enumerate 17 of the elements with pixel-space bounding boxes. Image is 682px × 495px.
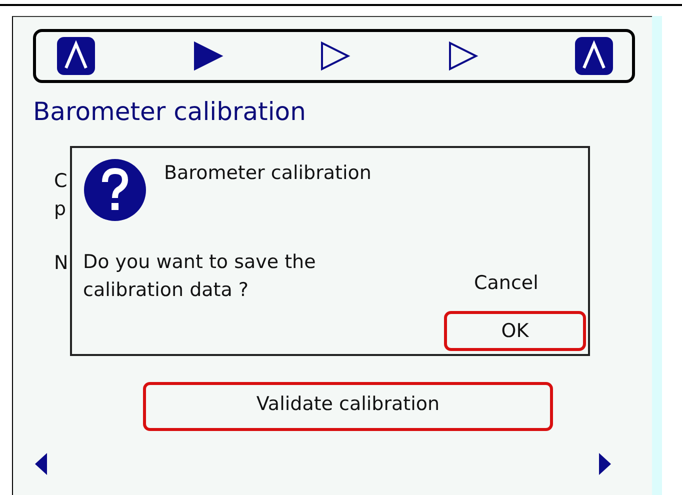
right-arrow-icon[interactable] [599, 453, 611, 475]
question-icon [83, 158, 147, 222]
step-triangle-icon[interactable] [319, 40, 351, 72]
dialog-message: Do you want to save the calibration data ? [83, 250, 317, 303]
step-triangle-icon[interactable] [192, 40, 224, 72]
body-text: N [54, 252, 68, 274]
dialog-title: Barometer calibration [164, 162, 372, 184]
cancel-option[interactable]: Cancel [474, 272, 538, 294]
ok-button[interactable]: OK [444, 311, 586, 351]
step-triangle-icon[interactable] [446, 40, 478, 72]
page-title: Barometer calibration [33, 97, 307, 126]
logo-icon[interactable] [56, 36, 96, 76]
logo-icon[interactable] [574, 36, 614, 76]
body-text: C [54, 170, 68, 192]
body-text: p [54, 198, 66, 220]
left-arrow-icon[interactable] [35, 453, 47, 475]
validate-button[interactable]: Validate calibration [143, 382, 553, 431]
